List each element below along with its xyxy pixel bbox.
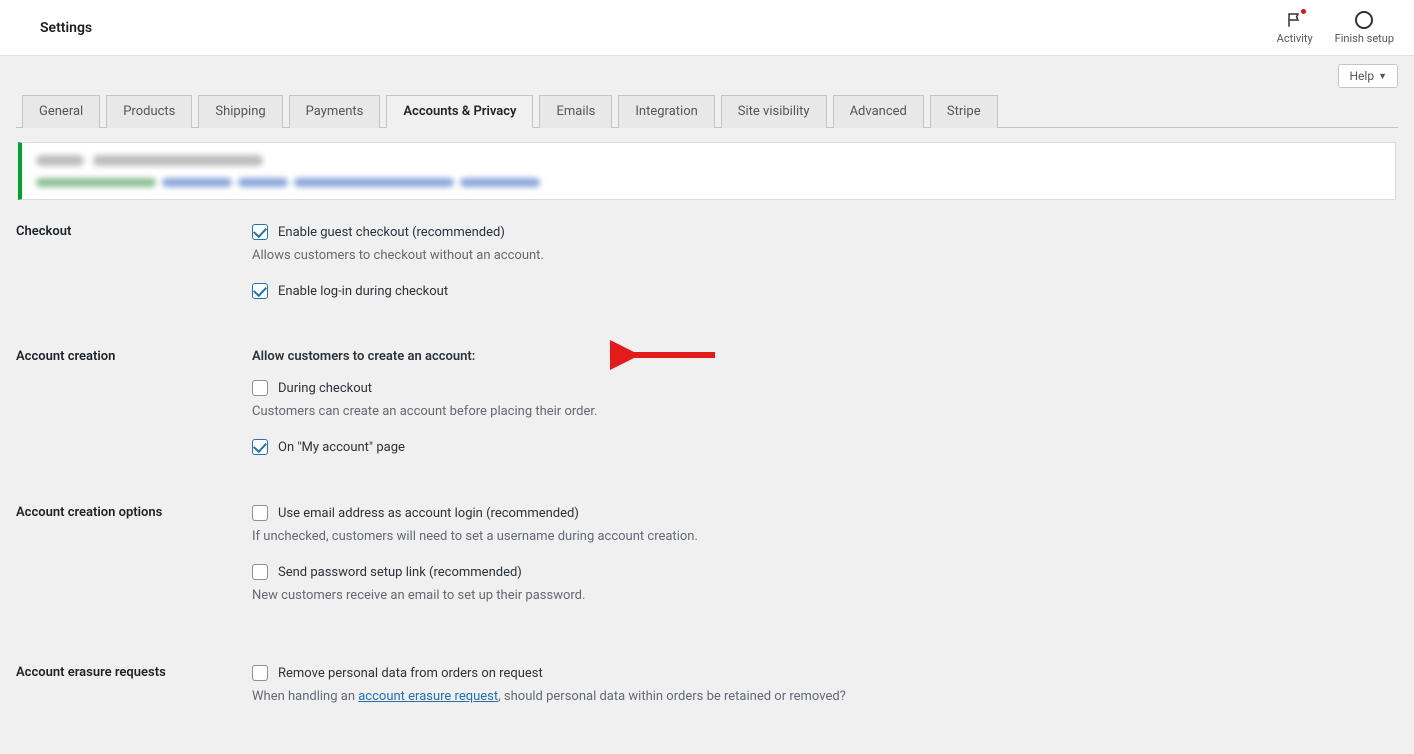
- activity-label: Activity: [1277, 32, 1313, 45]
- section-checkout: Checkout Enable guest checkout (recommen…: [16, 224, 1398, 307]
- flag-icon: [1286, 10, 1304, 30]
- tab-products[interactable]: Products: [106, 95, 192, 128]
- admin-notice: [18, 142, 1396, 200]
- desc-erasure: When handling an account erasure request…: [252, 689, 1398, 704]
- section-label: Account erasure requests: [16, 665, 252, 704]
- checkbox-my-account[interactable]: [252, 439, 268, 455]
- tab-payments[interactable]: Payments: [289, 95, 381, 128]
- tab-advanced[interactable]: Advanced: [833, 95, 924, 128]
- checkbox-send-pw[interactable]: [252, 564, 268, 580]
- label-guest-checkout[interactable]: Enable guest checkout (recommended): [278, 225, 505, 240]
- erasure-request-link[interactable]: account erasure request: [358, 689, 498, 704]
- finish-setup-label: Finish setup: [1335, 32, 1394, 45]
- checkbox-during-checkout[interactable]: [252, 380, 268, 396]
- tab-general[interactable]: General: [22, 95, 100, 128]
- label-send-pw[interactable]: Send password setup link (recommended): [278, 565, 522, 580]
- label-login-checkout[interactable]: Enable log-in during checkout: [278, 284, 448, 299]
- tab-emails[interactable]: Emails: [539, 95, 612, 128]
- topbar: Settings Activity Finish setup: [0, 0, 1414, 56]
- page-title: Settings: [40, 20, 92, 36]
- section-label: Account creation: [16, 349, 252, 463]
- tab-accounts-privacy[interactable]: Accounts & Privacy: [386, 95, 533, 128]
- desc-send-pw: New customers receive an email to set up…: [252, 588, 1398, 603]
- tab-integration[interactable]: Integration: [618, 95, 714, 128]
- tab-shipping[interactable]: Shipping: [198, 95, 282, 128]
- label-use-email[interactable]: Use email address as account login (reco…: [278, 506, 579, 521]
- content: Help ▼ GeneralProductsShippingPaymentsAc…: [0, 56, 1414, 754]
- activity-button[interactable]: Activity: [1277, 10, 1313, 45]
- tab-stripe[interactable]: Stripe: [930, 95, 998, 128]
- section-erasure: Account erasure requests Remove personal…: [16, 665, 1398, 704]
- desc-during-checkout: Customers can create an account before p…: [252, 404, 1398, 419]
- erasure-desc-pre: When handling an: [252, 689, 358, 704]
- help-button[interactable]: Help ▼: [1338, 64, 1398, 88]
- section-account-options: Account creation options Use email addre…: [16, 505, 1398, 623]
- desc-use-email: If unchecked, customers will need to set…: [252, 529, 1398, 544]
- checkbox-login-checkout[interactable]: [252, 283, 268, 299]
- section-label: Account creation options: [16, 505, 252, 623]
- label-during-checkout[interactable]: During checkout: [278, 381, 372, 396]
- help-label: Help: [1349, 69, 1374, 83]
- erasure-desc-post: , should personal data within orders be …: [498, 689, 846, 704]
- account-creation-heading: Allow customers to create an account:: [252, 349, 1398, 364]
- finish-setup-button[interactable]: Finish setup: [1335, 10, 1394, 45]
- checkbox-guest-checkout[interactable]: [252, 224, 268, 240]
- circle-icon: [1355, 10, 1373, 30]
- section-account-creation: Account creation Allow customers to crea…: [16, 349, 1398, 463]
- topbar-actions: Activity Finish setup: [1277, 10, 1394, 45]
- tab-site-visibility[interactable]: Site visibility: [721, 95, 827, 128]
- label-remove-data[interactable]: Remove personal data from orders on requ…: [278, 666, 543, 681]
- checkbox-use-email[interactable]: [252, 505, 268, 521]
- section-label: Checkout: [16, 224, 252, 307]
- label-my-account[interactable]: On "My account" page: [278, 440, 405, 455]
- checkbox-remove-data[interactable]: [252, 665, 268, 681]
- settings-tabs: GeneralProductsShippingPaymentsAccounts …: [16, 94, 1398, 128]
- chevron-down-icon: ▼: [1378, 71, 1387, 82]
- desc-guest-checkout: Allows customers to checkout without an …: [252, 248, 1398, 263]
